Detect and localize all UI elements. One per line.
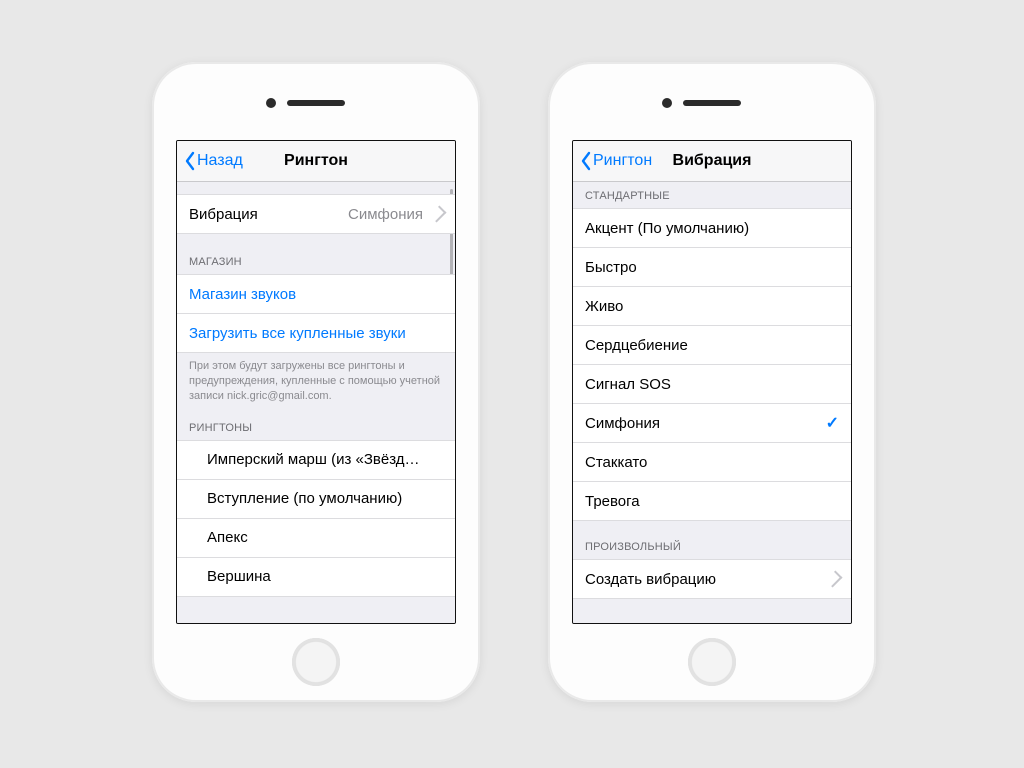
download-purchased-label: Загрузить все купленные звуки [189,325,406,342]
screen-left: Назад Рингтон Вибрация Симфония МАГАЗИН … [176,140,456,624]
content: Вибрация Симфония МАГАЗИН Магазин звуков… [177,182,455,623]
ringtone-row[interactable]: Имперский марш (из «Звёзд… [177,440,455,480]
vibration-pattern-row[interactable]: Тревога [573,482,851,521]
row-accessory [825,572,839,586]
back-label: Назад [197,152,243,170]
front-camera [662,98,672,108]
home-button[interactable] [292,638,340,686]
vibration-pattern-row[interactable]: Симфония ✓ [573,404,851,443]
screen-right: Рингтон Вибрация СТАНДАРТНЫЕ Акцент (По … [572,140,852,624]
chevron-left-icon [579,151,593,171]
create-vibration-label: Создать вибрацию [585,571,716,588]
chevron-right-icon [430,206,447,223]
ringtone-label: Имперский марш (из «Звёзд… [207,451,420,468]
vibration-pattern-row[interactable]: Акцент (По умолчанию) [573,208,851,248]
vibration-value-text: Симфония [348,206,423,223]
ringtone-label: Вступление (по умолчанию) [207,490,402,507]
pattern-label: Быстро [585,259,637,276]
navbar: Назад Рингтон [177,141,455,182]
front-camera [266,98,276,108]
ringtone-label: Апекс [207,529,248,546]
pattern-label: Симфония [585,415,660,432]
ringtone-row[interactable]: Апекс [177,519,455,558]
pattern-label: Тревога [585,493,640,510]
vibration-pattern-row[interactable]: Сигнал SOS [573,365,851,404]
chevron-right-icon [826,571,843,588]
ringtone-label: Вершина [207,568,271,585]
chevron-left-icon [183,151,197,171]
ringtone-row[interactable]: Вершина [177,558,455,597]
custom-header: ПРОИЗВОЛЬНЫЙ [573,521,851,559]
checkmark-icon: ✓ [826,413,839,433]
vibration-row[interactable]: Вибрация Симфония [177,194,455,234]
pattern-label: Сердцебиение [585,337,688,354]
home-button[interactable] [688,638,736,686]
standard-header: СТАНДАРТНЫЕ [573,182,851,208]
spacer [177,182,455,194]
ringtone-row[interactable]: Вступление (по умолчанию) [177,480,455,519]
vibration-pattern-row[interactable]: Стаккато [573,443,851,482]
vibration-value: Симфония [348,206,443,223]
vibration-label: Вибрация [189,206,258,223]
vibration-pattern-row[interactable]: Быстро [573,248,851,287]
phone-left: Назад Рингтон Вибрация Симфония МАГАЗИН … [152,62,480,702]
earpiece-speaker [683,100,741,106]
store-footer: При этом будут загружены все рингтоны и … [177,353,455,408]
phone-right: Рингтон Вибрация СТАНДАРТНЫЕ Акцент (По … [548,62,876,702]
create-vibration-row[interactable]: Создать вибрацию [573,559,851,599]
earpiece-speaker [287,100,345,106]
pattern-label: Сигнал SOS [585,376,671,393]
stage: Назад Рингтон Вибрация Симфония МАГАЗИН … [0,0,1024,768]
content: СТАНДАРТНЫЕ Акцент (По умолчанию) Быстро… [573,182,851,623]
ringtones-header: РИНГТОНЫ [177,408,455,440]
store-header: МАГАЗИН [177,234,455,274]
navbar: Рингтон Вибрация [573,141,851,182]
vibration-pattern-row[interactable]: Живо [573,287,851,326]
back-button[interactable]: Рингтон [573,151,652,171]
pattern-label: Живо [585,298,623,315]
vibration-pattern-row[interactable]: Сердцебиение [573,326,851,365]
back-label: Рингтон [593,152,652,170]
pattern-label: Стаккато [585,454,647,471]
tone-store-label: Магазин звуков [189,286,296,303]
download-purchased-row[interactable]: Загрузить все купленные звуки [177,314,455,353]
back-button[interactable]: Назад [177,151,243,171]
pattern-label: Акцент (По умолчанию) [585,220,749,237]
tone-store-row[interactable]: Магазин звуков [177,274,455,314]
